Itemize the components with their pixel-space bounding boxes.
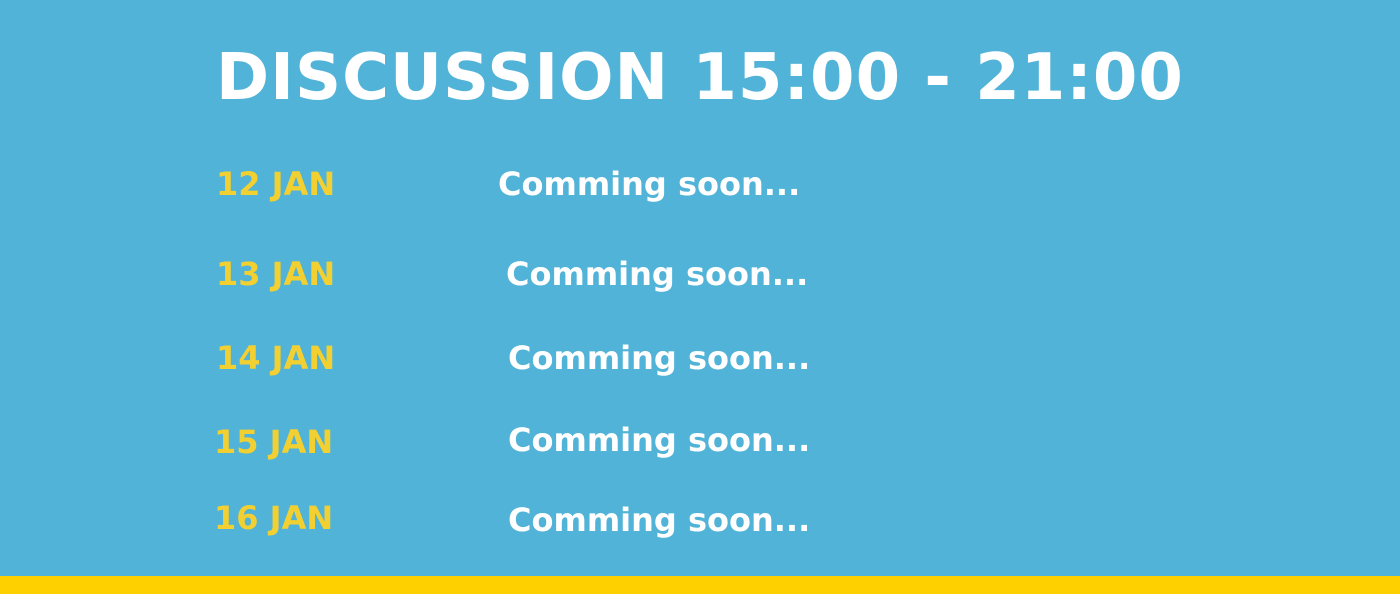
schedule-date: 15 JAN bbox=[214, 423, 334, 461]
schedule-date: 13 JAN bbox=[216, 255, 336, 293]
schedule-status: Comming soon... bbox=[508, 339, 811, 377]
schedule-status: Comming soon... bbox=[506, 255, 809, 293]
bottom-accent-bar bbox=[0, 576, 1400, 594]
schedule-status: Comming soon... bbox=[508, 501, 811, 539]
schedule-date: 16 JAN bbox=[214, 499, 334, 537]
schedule-date: 14 JAN bbox=[216, 339, 336, 377]
schedule-status: Comming soon... bbox=[498, 165, 801, 203]
page-title: DISCUSSION 15:00 - 21:00 bbox=[216, 41, 1184, 115]
schedule-status: Comming soon... bbox=[508, 421, 811, 459]
schedule-date: 12 JAN bbox=[216, 165, 336, 203]
